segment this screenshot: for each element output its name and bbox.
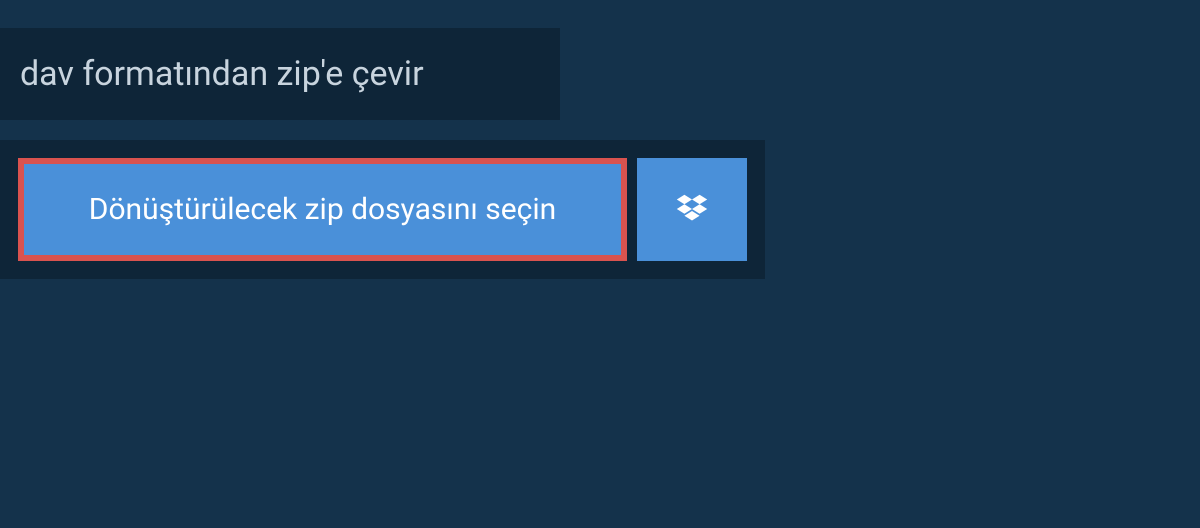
select-file-label: Dönüştürülecek zip dosyasını seçin (89, 192, 556, 227)
dropbox-icon (673, 191, 711, 229)
select-file-button[interactable]: Dönüştürülecek zip dosyasını seçin (18, 158, 627, 261)
file-selector-row: Dönüştürülecek zip dosyasını seçin (18, 158, 747, 261)
dropbox-button[interactable] (637, 158, 747, 261)
file-selector-panel: Dönüştürülecek zip dosyasını seçin (0, 140, 765, 279)
page-header: dav formatından zip'e çevir (0, 28, 560, 120)
page-title: dav formatından zip'e çevir (20, 54, 424, 94)
